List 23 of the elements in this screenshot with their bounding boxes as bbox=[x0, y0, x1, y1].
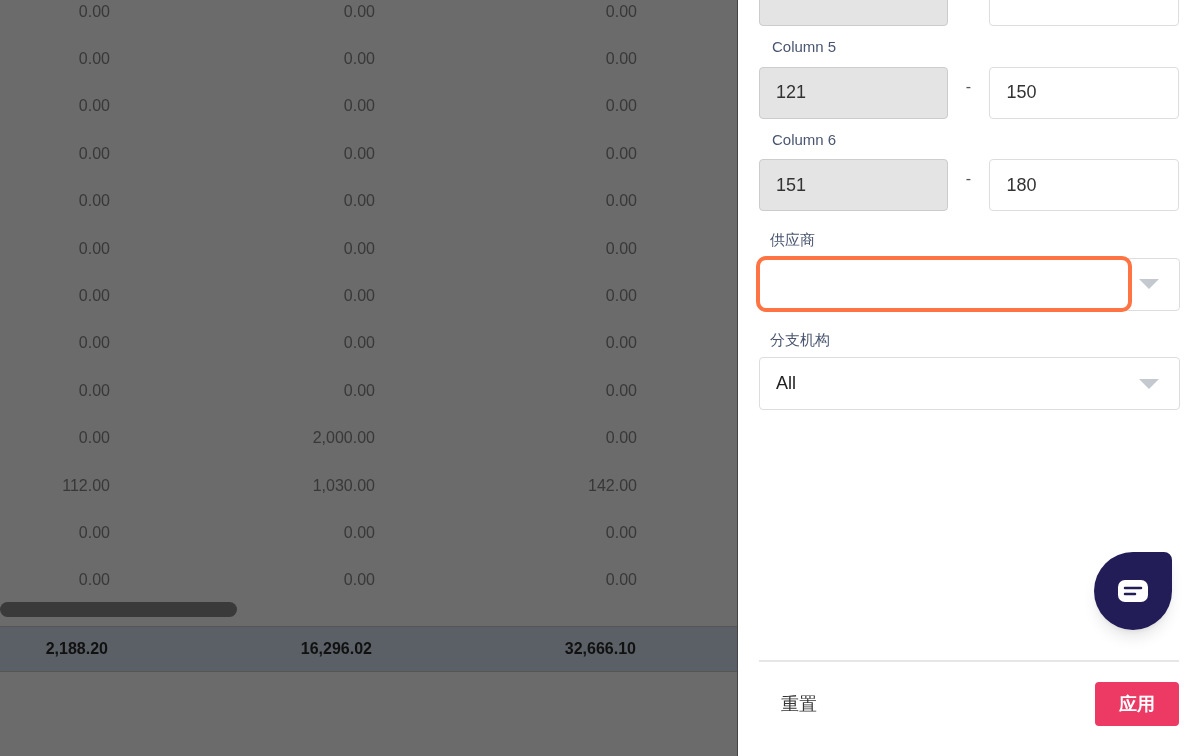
range-separator: - bbox=[964, 169, 973, 189]
range-to-field[interactable]: 180 bbox=[989, 159, 1179, 211]
select-value: All bbox=[776, 372, 796, 395]
range-from-field: 121 bbox=[759, 66, 948, 119]
field-label: Column 5 bbox=[771, 37, 838, 57]
scrollbar-thumb[interactable] bbox=[0, 602, 237, 618]
apply-button[interactable]: 应用 bbox=[1095, 682, 1179, 726]
range-separator: - bbox=[964, 76, 973, 97]
range-from-field: 151 bbox=[759, 159, 948, 211]
total-cell-text: 32,666.10 bbox=[563, 639, 636, 660]
select-field[interactable]: All bbox=[759, 357, 1180, 410]
caret-icon bbox=[1139, 378, 1159, 389]
caret-icon bbox=[1139, 279, 1159, 289]
total-cell-text: 16,296.02 bbox=[299, 639, 372, 660]
field-label: 供应商 bbox=[769, 230, 816, 250]
chat-button[interactable] bbox=[1094, 552, 1172, 630]
field-label: 分支机构 bbox=[769, 329, 831, 350]
field-label: Column 6 bbox=[771, 129, 838, 150]
total-cell-text: 2,188.20 bbox=[44, 639, 108, 660]
range-to-field[interactable]: 150 bbox=[989, 66, 1179, 119]
reset-button[interactable]: 重置 bbox=[759, 690, 817, 718]
chat-icon bbox=[1117, 579, 1149, 603]
select-field[interactable] bbox=[759, 257, 1180, 311]
